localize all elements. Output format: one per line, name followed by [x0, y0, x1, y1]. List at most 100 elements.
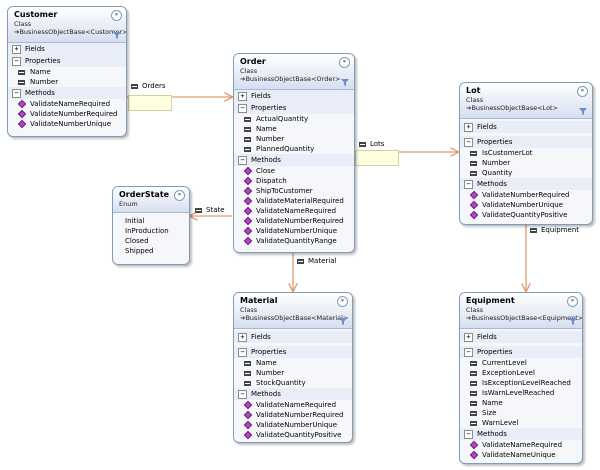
expand-icon[interactable]: +	[238, 91, 247, 101]
property-row[interactable]: Name	[8, 67, 126, 77]
collapse-section-icon[interactable]: −	[12, 88, 21, 98]
method-row[interactable]: Dispatch	[234, 176, 354, 186]
collapse-section-icon[interactable]: −	[238, 103, 247, 113]
collapse-section-icon[interactable]: −	[464, 429, 473, 439]
order-class-box[interactable]: Order Class ➜BusinessObjectBase<Order> »…	[233, 53, 355, 253]
properties-section[interactable]: − Properties	[460, 136, 592, 148]
expand-icon[interactable]: +	[12, 44, 21, 54]
property-row[interactable]: PlannedQuantity	[234, 144, 354, 154]
enum-value[interactable]: Initial	[113, 216, 189, 226]
method-row[interactable]: Close	[234, 166, 354, 176]
property-row[interactable]: Name	[234, 358, 352, 368]
collapse-section-icon[interactable]: −	[464, 179, 473, 189]
property-row[interactable]: CurrentLevel	[460, 358, 582, 368]
property-row[interactable]: Name	[234, 124, 354, 134]
method-row[interactable]: ShipToCustomer	[234, 186, 354, 196]
orderstate-enum-box[interactable]: OrderState Enum » Initial InProduction C…	[112, 186, 190, 265]
method-icon	[244, 198, 252, 205]
lot-class-box[interactable]: Lot Class ➜BusinessObjectBase<Lot> » + Fi…	[459, 82, 593, 225]
collapse-section-icon[interactable]: −	[12, 56, 21, 66]
method-row[interactable]: ValidateMaterialRequired	[234, 196, 354, 206]
method-row[interactable]: ValidateNameUnique	[460, 450, 582, 460]
property-row[interactable]: WarnLevel	[460, 418, 582, 428]
method-row[interactable]: ValidateNumberUnique	[234, 226, 354, 236]
collapse-icon[interactable]: »	[567, 296, 578, 307]
methods-section[interactable]: − Methods	[234, 388, 352, 400]
method-row[interactable]: ValidateNumberUnique	[460, 200, 592, 210]
method-row[interactable]: ValidateNumberRequired	[8, 109, 126, 119]
expand-icon[interactable]: +	[464, 122, 473, 132]
property-row[interactable]: Number	[460, 158, 592, 168]
collapse-icon[interactable]: »	[111, 10, 122, 21]
methods-section[interactable]: − Methods	[8, 87, 126, 99]
fields-section[interactable]: + Fields	[460, 331, 582, 343]
collapse-icon[interactable]: »	[577, 86, 588, 97]
material-association-label[interactable]: Material	[297, 257, 336, 265]
equipment-class-box[interactable]: Equipment Class ➜BusinessObjectBase<Equi…	[459, 292, 583, 464]
method-icon	[18, 111, 26, 118]
orders-association-label[interactable]: Orders	[131, 82, 166, 90]
customer-class-box[interactable]: Customer Class ➜BusinessObjectBase<Custo…	[7, 6, 127, 137]
property-row[interactable]: Number	[234, 368, 352, 378]
properties-section[interactable]: − Properties	[8, 55, 126, 67]
filter-icon[interactable]	[339, 318, 347, 325]
filter-icon[interactable]	[579, 108, 587, 115]
method-row[interactable]: ValidateNameRequired	[234, 206, 354, 216]
filter-icon[interactable]	[341, 79, 349, 86]
collapse-icon[interactable]: »	[174, 190, 185, 201]
expand-icon[interactable]: +	[464, 332, 473, 342]
properties-section[interactable]: − Properties	[234, 346, 352, 358]
method-row[interactable]: ValidateNumberUnique	[8, 119, 126, 129]
methods-section[interactable]: − Methods	[460, 428, 582, 440]
method-row[interactable]: ValidateNumberRequired	[460, 190, 592, 200]
method-row[interactable]: ValidateNameRequired	[234, 400, 352, 410]
method-row[interactable]: ValidateNumberRequired	[234, 216, 354, 226]
property-row[interactable]: Size	[460, 408, 582, 418]
filter-icon[interactable]	[113, 32, 121, 39]
property-row[interactable]: ExceptionLevel	[460, 368, 582, 378]
property-row[interactable]: Number	[8, 77, 126, 87]
properties-section[interactable]: − Properties	[460, 346, 582, 358]
fields-section[interactable]: + Fields	[8, 43, 126, 55]
collapse-section-icon[interactable]: −	[464, 137, 473, 147]
method-row[interactable]: ValidateNumberUnique	[234, 420, 352, 430]
method-row[interactable]: ValidateQuantityPositive	[234, 430, 352, 440]
method-icon	[244, 402, 252, 409]
property-row[interactable]: StockQuantity	[234, 378, 352, 388]
property-row[interactable]: Quantity	[460, 168, 592, 178]
methods-section[interactable]: − Methods	[460, 178, 592, 190]
expand-icon[interactable]: +	[238, 332, 247, 342]
equipment-association-label[interactable]: Equipment	[530, 226, 579, 234]
property-row[interactable]: IsCustomerLot	[460, 148, 592, 158]
enum-value[interactable]: InProduction	[113, 226, 189, 236]
collapse-section-icon[interactable]: −	[238, 347, 247, 357]
enum-value[interactable]: Shipped	[113, 246, 189, 256]
filter-icon[interactable]	[569, 318, 577, 325]
enum-value[interactable]: Closed	[113, 236, 189, 246]
material-class-box[interactable]: Material Class ➜BusinessObjectBase<Mater…	[233, 292, 353, 443]
fields-section[interactable]: + Fields	[234, 90, 354, 102]
method-row[interactable]: ValidateNameRequired	[460, 440, 582, 450]
collapse-section-icon[interactable]: −	[238, 155, 247, 165]
property-row[interactable]: Name	[460, 398, 582, 408]
fields-section[interactable]: + Fields	[460, 121, 592, 133]
property-row[interactable]: Number	[234, 134, 354, 144]
fields-section[interactable]: + Fields	[234, 331, 352, 343]
methods-section[interactable]: − Methods	[234, 154, 354, 166]
property-icon	[244, 370, 252, 377]
method-row[interactable]: ValidateNameRequired	[8, 99, 126, 109]
class-kind: Class	[14, 20, 32, 28]
collapse-section-icon[interactable]: −	[464, 347, 473, 357]
property-row[interactable]: ActualQuantity	[234, 114, 354, 124]
collapse-section-icon[interactable]: −	[238, 389, 247, 399]
lots-association-label[interactable]: Lots	[359, 140, 384, 148]
collapse-icon[interactable]: »	[339, 57, 350, 68]
method-row[interactable]: ValidateQuantityRange	[234, 236, 354, 246]
method-row[interactable]: ValidateNumberRequired	[234, 410, 352, 420]
property-row[interactable]: IsWarnLevelReached	[460, 388, 582, 398]
state-association-label[interactable]: State	[195, 206, 225, 214]
collapse-icon[interactable]: »	[337, 296, 348, 307]
property-row[interactable]: IsExceptionLevelReached	[460, 378, 582, 388]
method-row[interactable]: ValidateQuantityPositive	[460, 210, 592, 220]
properties-section[interactable]: − Properties	[234, 102, 354, 114]
